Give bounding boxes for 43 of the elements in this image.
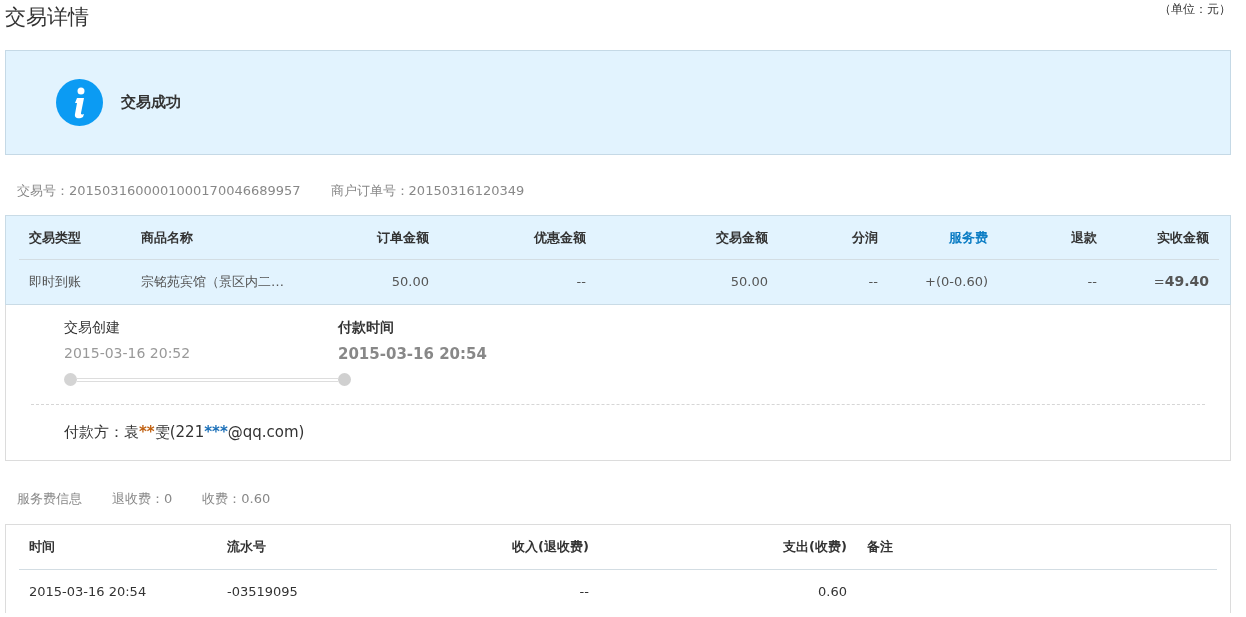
column-header: 时间	[19, 525, 217, 569]
table-cell: 50.00	[311, 259, 439, 304]
unit-note: （单位：元）	[1159, 1, 1231, 18]
column-header: 订单金额	[311, 215, 439, 260]
step-dot	[64, 373, 77, 386]
column-header: 收入(退收费)	[401, 525, 599, 569]
column-header: 流水号	[217, 525, 401, 569]
table-cell: +(0-0.60)	[888, 259, 998, 304]
step-time: 2015-03-16 20:54	[338, 343, 487, 365]
column-header: 交易金额	[596, 215, 778, 260]
column-header: 交易类型	[19, 215, 131, 260]
table-cell: -03519095	[217, 569, 401, 613]
column-header: 实收金额	[1107, 215, 1219, 260]
table-cell: 即时到账	[19, 259, 131, 304]
column-header: 备注	[857, 525, 1217, 569]
column-header: 优惠金额	[439, 215, 596, 260]
table-cell: 0.60	[599, 569, 857, 613]
fee-summary: 收费：0.60	[202, 489, 271, 508]
table-cell: 2015-03-16 20:54	[19, 569, 217, 613]
page-title: 交易详情	[5, 4, 89, 31]
fee-summary: 退收费：0	[112, 489, 173, 508]
table-cell: --	[439, 259, 596, 304]
column-link[interactable]: 服务费	[888, 215, 998, 260]
table-cell: --	[998, 259, 1107, 304]
table-cell: --	[401, 569, 599, 613]
info-icon	[56, 79, 103, 126]
id-field: 交易号：2015031600001000170046689957	[17, 181, 301, 201]
column-header: 商品名称	[131, 215, 311, 260]
payer-info: 付款方：袁**雯(221***@qq.com)	[63, 422, 306, 443]
table-cell: --	[778, 259, 888, 304]
table-cell: 50.00	[596, 259, 778, 304]
step-time: 2015-03-16 20:52	[64, 343, 192, 363]
total-amount: =49.40	[1107, 259, 1219, 304]
status-message: 交易成功	[121, 92, 181, 114]
column-header: 分润	[778, 215, 888, 260]
fee-summary: 服务费信息	[17, 489, 82, 508]
column-header: 退款	[998, 215, 1107, 260]
column-header: 支出(收费)	[599, 525, 857, 569]
table-cell: 宗铭苑宾馆（景区内二…	[131, 259, 311, 304]
step-label: 付款时间	[338, 317, 395, 337]
step-label: 交易创建	[64, 317, 121, 337]
step-dot	[338, 373, 351, 386]
id-field: 商户订单号：20150316120349	[330, 181, 525, 201]
